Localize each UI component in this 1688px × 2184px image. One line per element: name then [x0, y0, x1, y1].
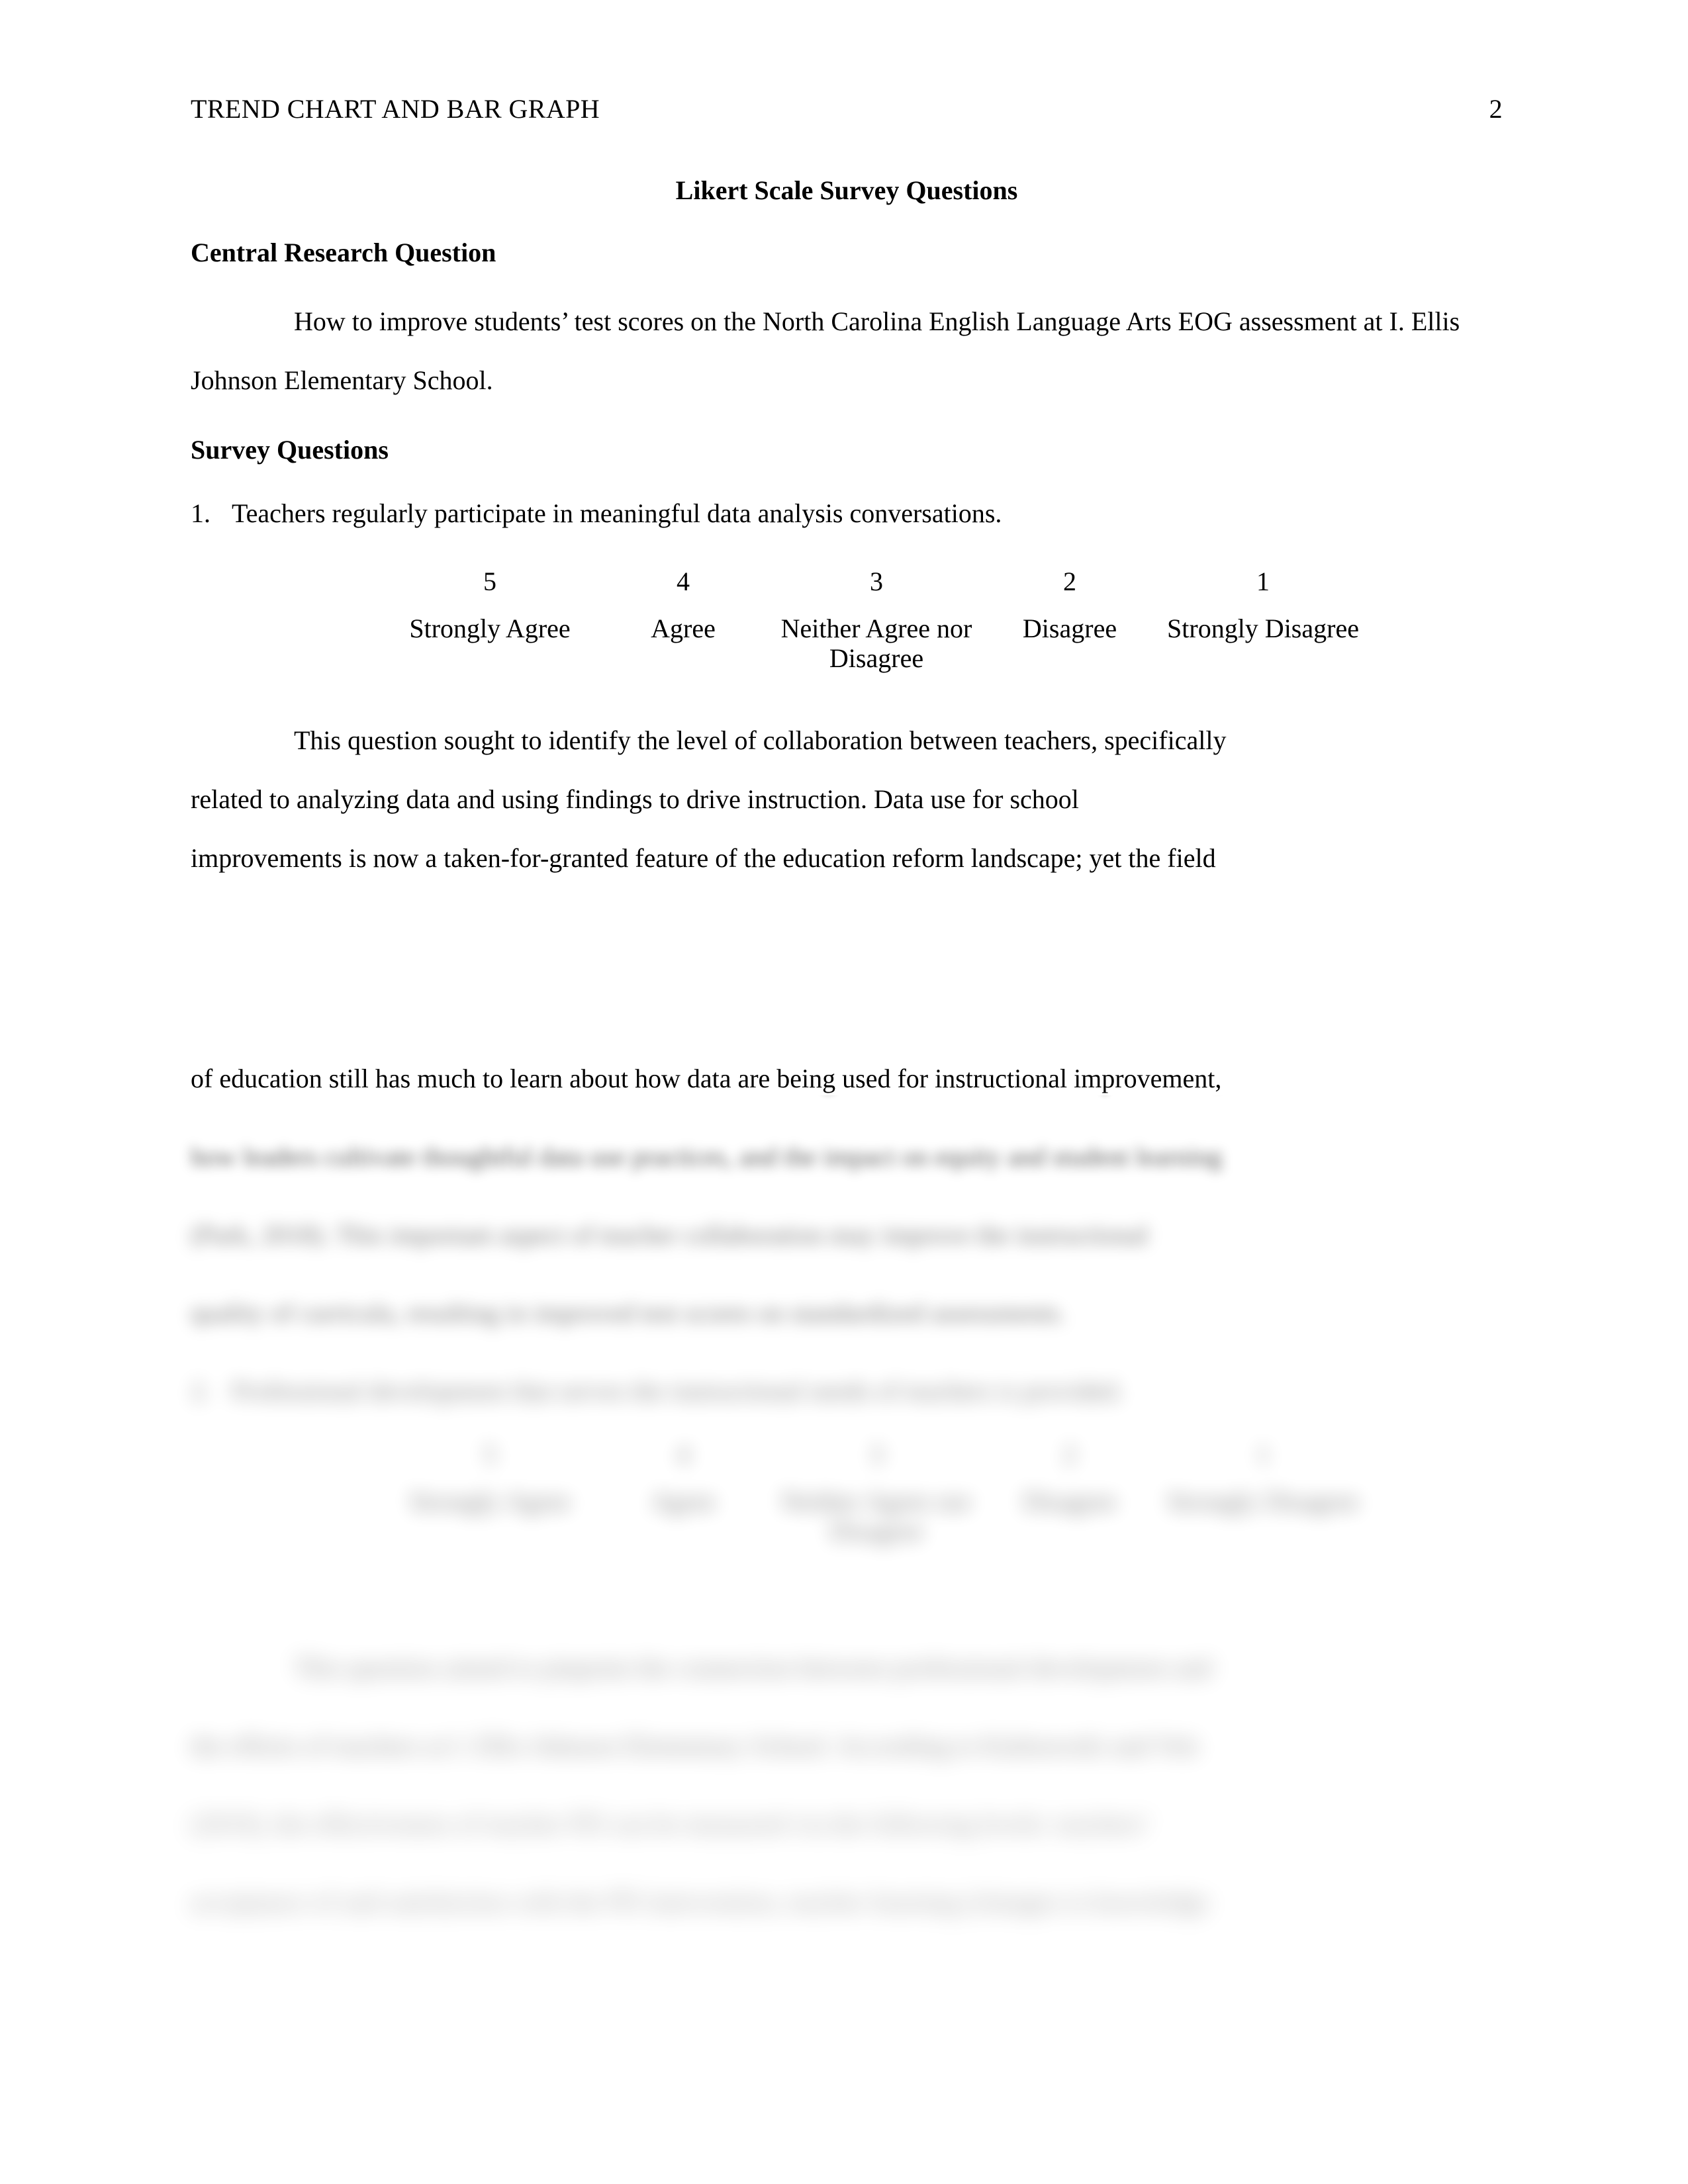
likert-2-number-5: 5 — [483, 1439, 496, 1469]
likert-scale-table-1: 5 4 3 2 1 Strongly Agree Agree Neither A… — [393, 567, 1360, 674]
likert-numbers-row: 5 4 3 2 1 — [393, 567, 1360, 614]
q1-line-1-text: This question sought to identify the lev… — [294, 725, 1227, 756]
likert-2-label-disagree: Disagree — [1022, 1486, 1117, 1517]
likert-2-numbers-row: 5 4 3 2 1 — [393, 1439, 1360, 1486]
blurred-survey-question-2: 2. Professional development that serves … — [191, 1378, 1503, 1404]
question-1-commentary-line-2: related to analyzing data and using find… — [191, 784, 1079, 814]
survey-question-1: 1. Teachers regularly participate in mea… — [191, 500, 1503, 527]
likert-label-disagree: Disagree — [1022, 613, 1117, 643]
likert-number-3: 3 — [870, 566, 883, 596]
blurred-q2-line-3: (2019), the effectiveness of teacher PD … — [191, 1809, 1152, 1839]
running-head-title: TREND CHART AND BAR GRAPH — [191, 94, 600, 124]
likert-label-neither: Neither Agree nor Disagree — [780, 613, 972, 673]
blurred-q1-line-7: quality of curricula, resulting in impro… — [191, 1298, 1066, 1328]
likert-labels-row: Strongly Agree Agree Neither Agree nor D… — [393, 614, 1360, 673]
question-1-commentary-line-1: This question sought to identify the lev… — [191, 711, 1503, 770]
heading-survey-questions: Survey Questions — [191, 434, 389, 465]
question-1-commentary-line-4: of education still has much to learn abo… — [191, 1064, 1222, 1093]
running-head: TREND CHART AND BAR GRAPH 2 — [191, 96, 1503, 122]
likert-number-2: 2 — [1063, 566, 1076, 596]
likert-2-number-1: 1 — [1256, 1439, 1270, 1469]
question-1-number: 1. — [191, 498, 211, 528]
heading-central-research-question: Central Research Question — [191, 238, 496, 267]
blurred-q2-line-1: This question aimed to pinpoint the conn… — [294, 1653, 1212, 1682]
likert-2-label-strongly-disagree: Strongly Disagree — [1167, 1486, 1359, 1517]
likert-number-4: 4 — [677, 566, 690, 596]
likert-2-labels-row: Strongly Agree Agree Neither Agree nor D… — [393, 1486, 1360, 1546]
likert-2-label-agree: Agree — [651, 1486, 716, 1517]
question-1-text: Teachers regularly participate in meanin… — [232, 498, 1002, 528]
document-body: Likert Scale Survey Questions Central Re… — [191, 177, 1503, 888]
likert-number-5: 5 — [483, 566, 496, 596]
question-2-number: 2. — [191, 1376, 211, 1406]
blurred-q2-line-2: the efforts of teachers at I. Ellis John… — [191, 1731, 1199, 1760]
central-research-question-text: How to improve students’ test scores on … — [191, 306, 1460, 395]
blurred-q1-line-6: (Park, 2018). This important aspect of t… — [191, 1220, 1149, 1250]
likert-2-label-strongly-agree: Strongly Agree — [409, 1486, 571, 1517]
likert-2-number-2: 2 — [1063, 1439, 1076, 1469]
question-2-text: Professional development that serves the… — [232, 1376, 1124, 1406]
likert-2-number-3: 3 — [870, 1439, 883, 1469]
likert-label-strongly-disagree: Strongly Disagree — [1167, 613, 1359, 643]
page-title: Likert Scale Survey Questions — [675, 175, 1018, 205]
likert-2-label-neither: Neither Agree nor Disagree — [780, 1486, 972, 1547]
likert-scale-table-2: 5 4 3 2 1 Strongly Agree Agree Neither A… — [393, 1439, 1360, 1547]
question-1-commentary-line-3: improvements is now a taken-for-granted … — [191, 842, 1216, 873]
document-page: TREND CHART AND BAR GRAPH 2 Likert Scale… — [0, 0, 1688, 2184]
blurred-q1-line-5: how leaders cultivate thoughtful data us… — [191, 1142, 1223, 1171]
page-number: 2 — [1489, 94, 1503, 124]
blurred-q2-line-4: acceptance of and satisfaction with the … — [191, 1887, 1209, 1917]
likert-label-agree: Agree — [651, 613, 716, 643]
likert-2-number-4: 4 — [677, 1439, 690, 1469]
blurred-region: of education still has much to learn abo… — [0, 1095, 1688, 2184]
likert-number-1: 1 — [1256, 566, 1270, 596]
likert-label-strongly-agree: Strongly Agree — [409, 613, 571, 643]
